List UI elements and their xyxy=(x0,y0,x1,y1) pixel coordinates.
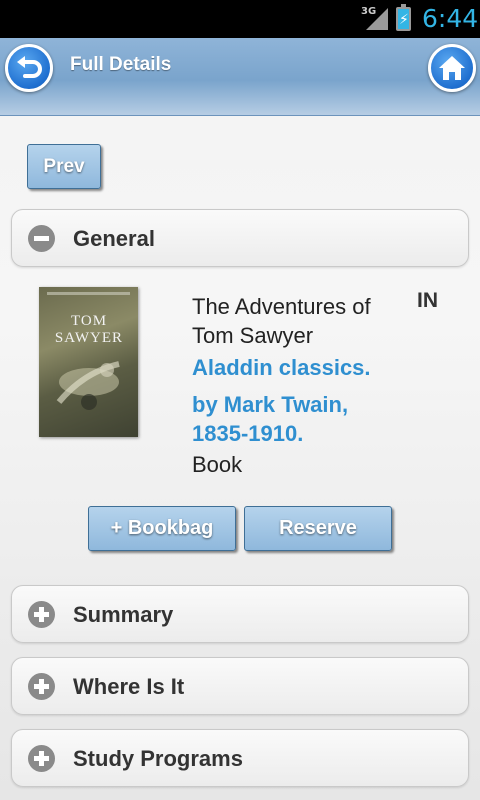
back-arrow-icon xyxy=(17,56,42,78)
section-label: Summary xyxy=(73,602,174,627)
reserve-button[interactable]: Reserve xyxy=(244,506,392,551)
signal-icon xyxy=(366,8,388,30)
book-format: Book xyxy=(192,452,243,477)
app-header: Full Details xyxy=(0,38,480,116)
battery-charging-icon: ⚡ xyxy=(396,4,411,31)
home-icon xyxy=(439,56,465,80)
section-summary[interactable]: Summary xyxy=(11,585,469,643)
section-where-is-it[interactable]: Where Is It xyxy=(11,657,469,715)
cover-illustration xyxy=(56,361,120,410)
page-title: Full Details xyxy=(70,54,172,75)
minus-circle-icon xyxy=(28,225,55,252)
clock: 6:44 xyxy=(422,4,479,33)
plus-circle-icon xyxy=(28,601,55,628)
home-button[interactable] xyxy=(428,44,476,92)
section-study-programs[interactable]: Study Programs xyxy=(11,729,469,787)
section-label: Where Is It xyxy=(73,674,185,699)
section-label: Study Programs xyxy=(73,746,243,771)
cover-band xyxy=(47,292,130,295)
book-cover-image[interactable]: TOM SAWYER xyxy=(39,287,138,437)
prev-button[interactable]: Prev xyxy=(27,144,101,189)
plus-circle-icon xyxy=(28,673,55,700)
author-link[interactable]: by Mark Twain, 1835-1910. xyxy=(192,390,392,448)
section-label: General xyxy=(73,226,155,251)
back-button[interactable] xyxy=(5,44,53,92)
publisher-link[interactable]: Aladdin classics. xyxy=(192,355,371,381)
availability-status: IN xyxy=(417,289,438,312)
book-title: The Adventures of Tom Sawyer xyxy=(192,294,371,348)
section-general[interactable]: General xyxy=(11,209,469,267)
plus-circle-icon xyxy=(28,745,55,772)
add-to-bookbag-button[interactable]: + Bookbag xyxy=(88,506,236,551)
status-bar: 3G ⚡ 6:44 xyxy=(0,0,480,38)
